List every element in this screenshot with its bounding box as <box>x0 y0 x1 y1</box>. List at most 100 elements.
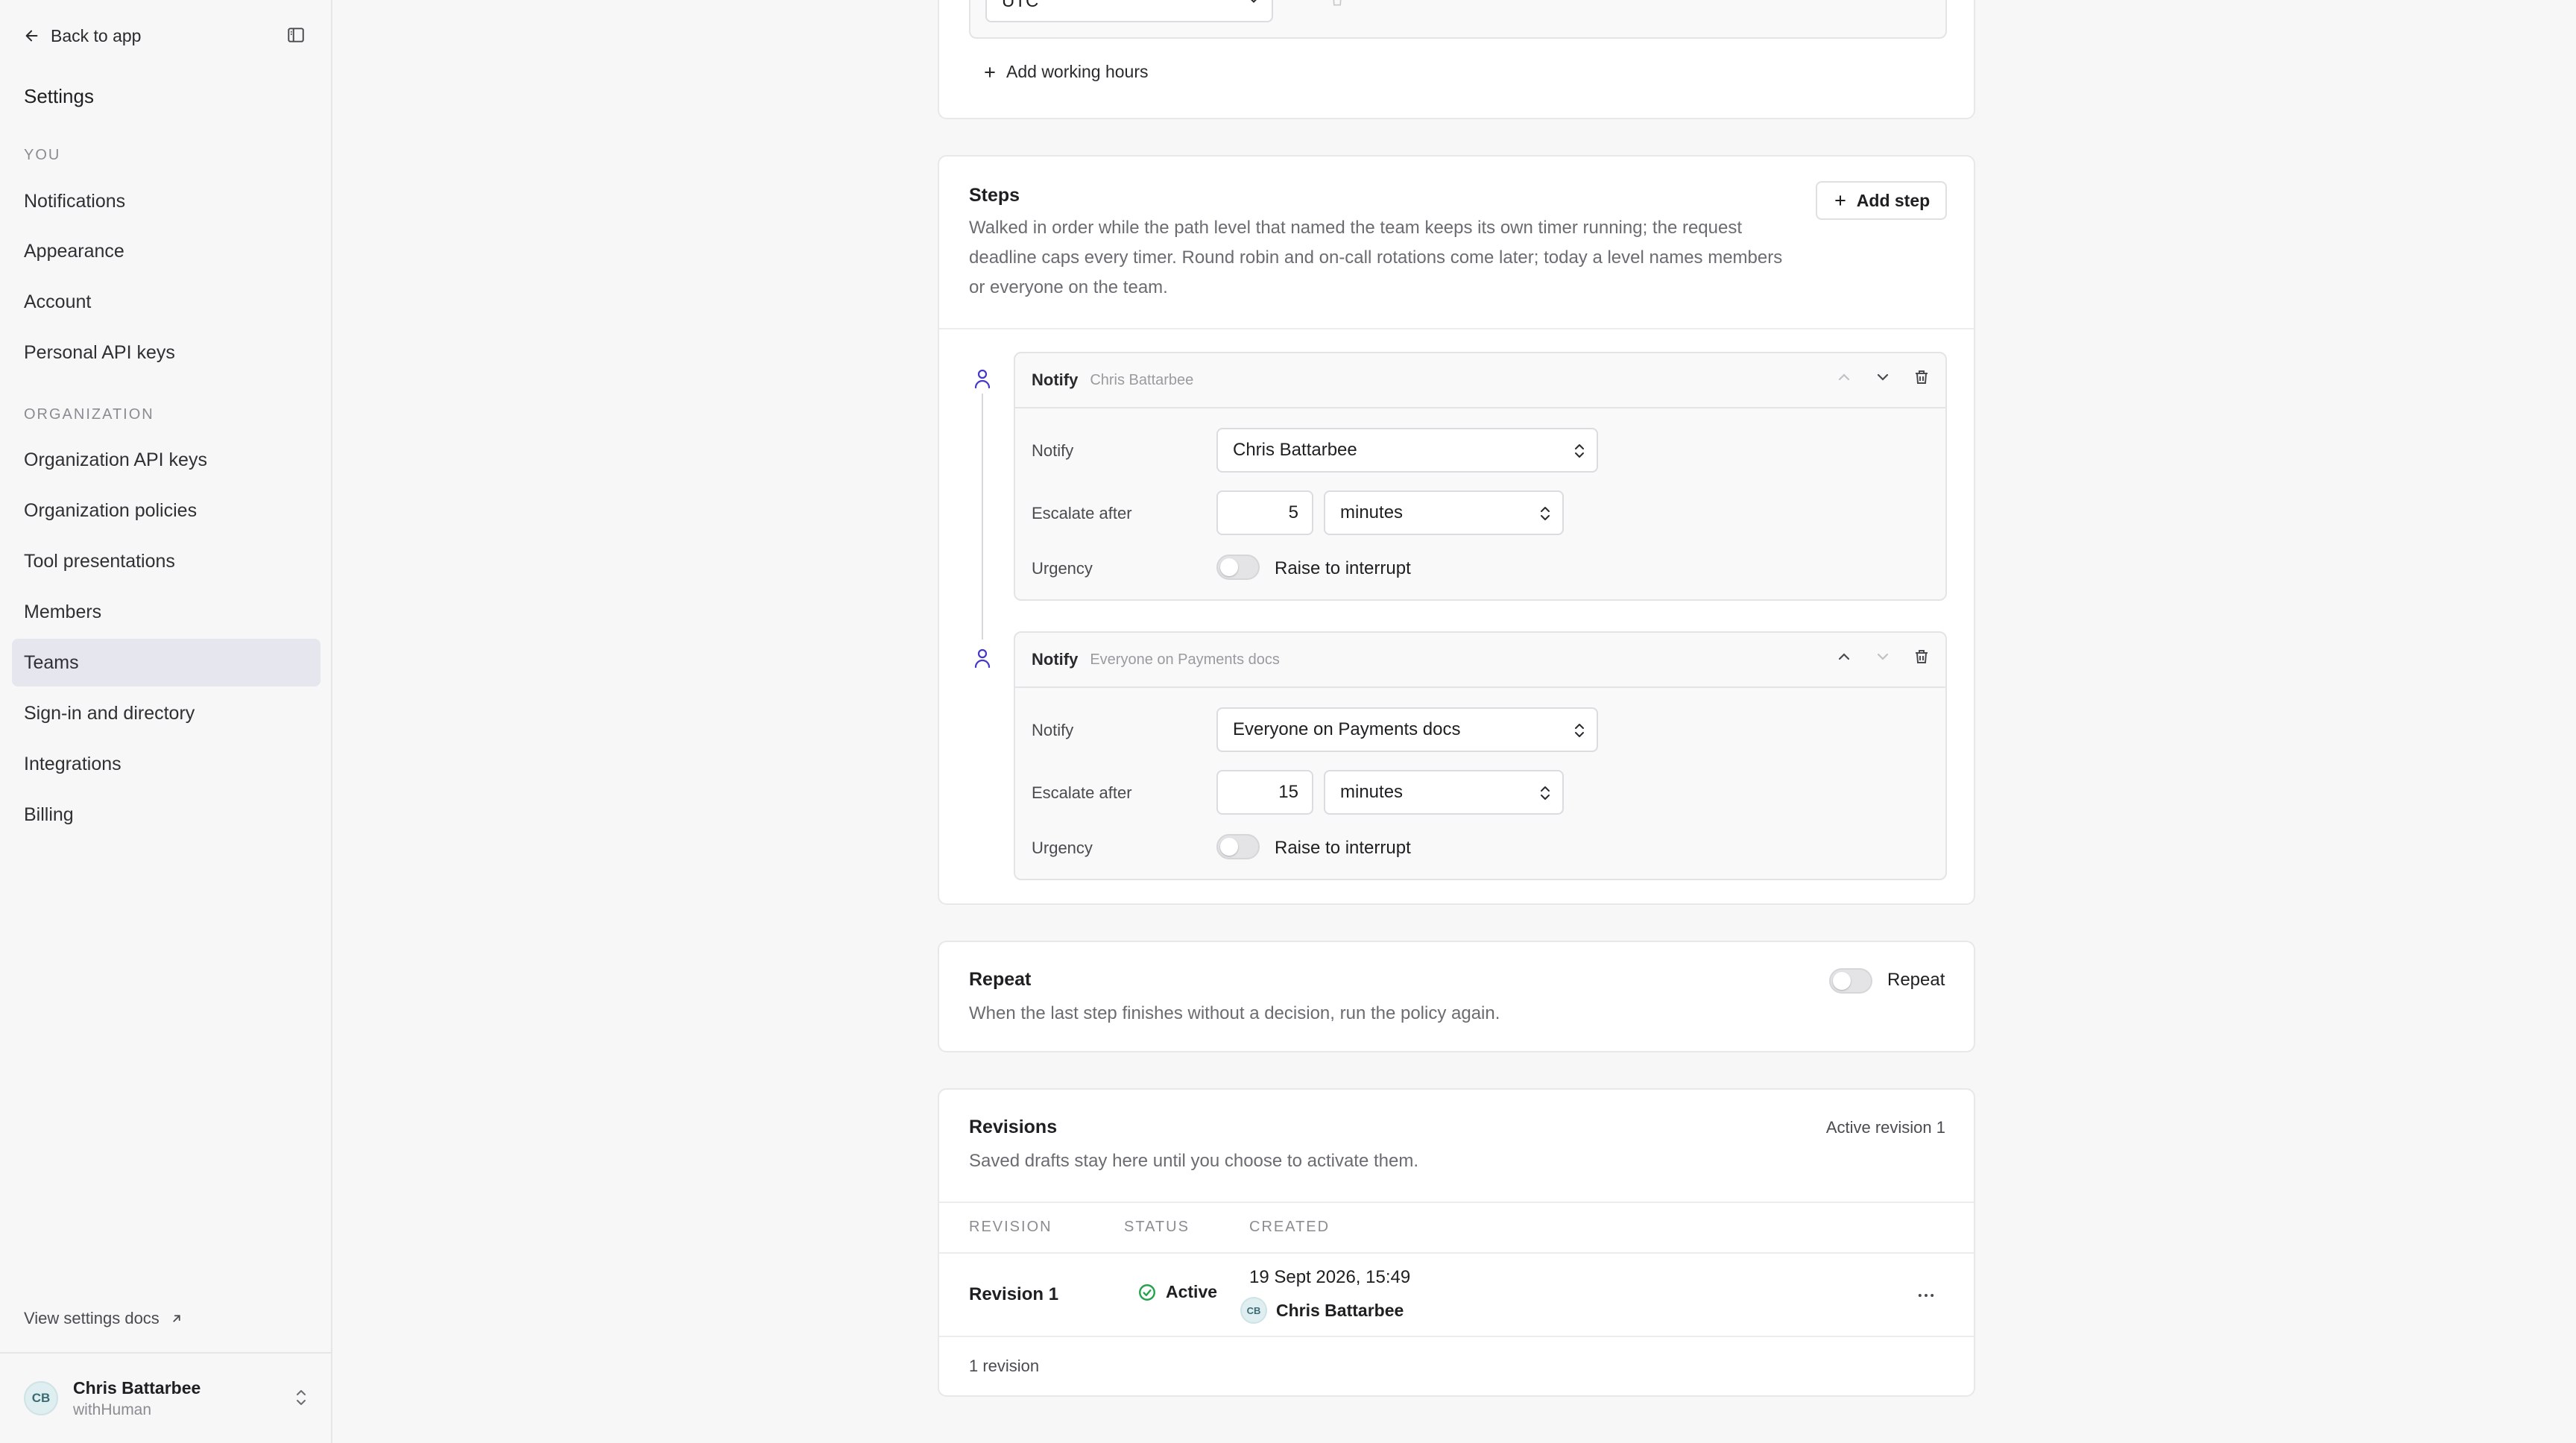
steps-description: Walked in order while the path level tha… <box>969 218 1783 297</box>
step-header-title: Notify <box>1032 370 1079 389</box>
raise-to-interrupt-toggle[interactable] <box>1216 834 1260 859</box>
sidebar-item-appearance[interactable]: Appearance <box>12 227 321 275</box>
sidebar-item-sign-in-and-directory[interactable]: Sign-in and directory <box>12 689 321 737</box>
status-badge: Active <box>1137 1282 1217 1302</box>
revisions-divider <box>939 1202 1974 1203</box>
escalate-unit-value: minutes <box>1340 782 1404 802</box>
sidebar-item-integrations[interactable]: Integrations <box>12 740 321 788</box>
repeat-toggle-label: Repeat <box>1887 970 1945 990</box>
chevron-down-icon <box>1251 0 1257 3</box>
trash-icon[interactable] <box>1913 368 1931 386</box>
user-menu[interactable]: CB Chris Battarbee withHuman <box>12 1365 321 1431</box>
notify-select[interactable]: Everyone on Payments docs <box>1216 707 1598 752</box>
working-hours-row: UTC <box>969 0 1947 39</box>
created-by: CB Chris Battarbee <box>1240 1297 1404 1324</box>
column-header-created: CREATED <box>1249 1219 1330 1235</box>
notify-value: Everyone on Payments docs <box>1233 719 1461 739</box>
avatar: CB <box>24 1381 58 1415</box>
trash-icon[interactable] <box>1330 0 1345 7</box>
created-date: 19 Sept 2026, 15:49 <box>1249 1267 1411 1287</box>
notify-label: Notify <box>1032 721 1074 739</box>
trash-icon[interactable] <box>1913 648 1931 666</box>
escalate-after-input[interactable]: 5 <box>1216 490 1313 535</box>
notify-select[interactable]: Chris Battarbee <box>1216 428 1598 473</box>
step-header[interactable]: Notify Everyone on Payments docs <box>1015 633 1945 688</box>
more-horizontal-icon[interactable] <box>1916 1285 1936 1306</box>
revision-count: 1 revision <box>969 1357 1040 1375</box>
settings-sidebar: Back to app Settings YOU Notifications A… <box>0 0 332 1443</box>
table-row[interactable]: Revision 1 Active 19 Sept 2026, 15:49 CB… <box>939 1254 1974 1336</box>
sidebar-item-billing[interactable]: Billing <box>12 791 321 839</box>
sidebar-item-members[interactable]: Members <box>12 588 321 636</box>
step-header-target: Chris Battarbee <box>1090 371 1194 388</box>
settings-title: Settings <box>24 85 94 107</box>
revisions-description: Saved drafts stay here until you choose … <box>969 1151 1418 1171</box>
view-settings-docs-label: View settings docs <box>24 1309 160 1327</box>
revisions-title: Revisions <box>969 1117 1058 1137</box>
back-to-app-label: Back to app <box>51 25 142 45</box>
raise-to-interrupt-toggle[interactable] <box>1216 555 1260 580</box>
view-settings-docs-link[interactable]: View settings docs <box>24 1309 183 1328</box>
steps-title: Steps <box>969 185 1020 206</box>
revisions-card: Revisions Active revision 1 Saved drafts… <box>938 1088 1975 1397</box>
sidebar-item-organization-api-keys[interactable]: Organization API keys <box>12 436 321 484</box>
urgency-label: Urgency <box>1032 839 1093 857</box>
arrow-left-icon <box>25 30 38 42</box>
steps-divider <box>939 328 1974 329</box>
steps-card: Steps Walked in order while the path lev… <box>938 155 1975 905</box>
revision-name: Revision 1 <box>969 1284 1059 1304</box>
escalate-after-label: Escalate after <box>1032 783 1132 802</box>
table-footer-divider <box>939 1336 1974 1337</box>
step-header-title: Notify <box>1032 650 1079 669</box>
sidebar-item-tool-presentations[interactable]: Tool presentations <box>12 537 321 585</box>
chevron-up-icon[interactable] <box>1835 368 1853 386</box>
chevron-up-icon[interactable] <box>1835 648 1853 666</box>
external-link-icon <box>173 1315 180 1322</box>
escalate-unit-select[interactable]: minutes <box>1324 490 1564 535</box>
add-working-hours-label: Add working hours <box>1006 62 1149 81</box>
raise-to-interrupt-label: Raise to interrupt <box>1275 558 1411 578</box>
person-icon <box>974 369 991 389</box>
repeat-toggle[interactable] <box>1829 968 1872 994</box>
chevron-up-down-icon <box>1541 786 1550 800</box>
avatar: CB <box>1240 1297 1267 1324</box>
plus-icon <box>1834 195 1846 206</box>
section-you-heading: YOU <box>24 147 61 163</box>
escalate-unit-select[interactable]: minutes <box>1324 770 1564 815</box>
user-name: Chris Battarbee <box>73 1377 201 1398</box>
repeat-title: Repeat <box>969 969 1032 990</box>
urgency-label: Urgency <box>1032 559 1093 578</box>
back-to-app-link[interactable]: Back to app <box>24 22 141 49</box>
escalate-after-input[interactable]: 15 <box>1216 770 1313 815</box>
sidebar-item-teams[interactable]: Teams <box>12 639 321 686</box>
step-card: Notify Everyone on Payments docs Notify … <box>1014 631 1947 880</box>
sidebar-panel-icon <box>288 28 304 42</box>
status-text: Active <box>1166 1282 1218 1301</box>
section-organization-heading: ORGANIZATION <box>24 406 154 423</box>
sidebar-item-account[interactable]: Account <box>12 278 321 326</box>
chevron-up-down-icon <box>1575 724 1584 737</box>
add-working-hours-button[interactable]: Add working hours <box>982 62 1149 82</box>
sidebar-toggle-button[interactable] <box>284 23 308 47</box>
repeat-card: Repeat When the last step finishes witho… <box>938 941 1975 1052</box>
check-circle-icon <box>1139 1283 1155 1301</box>
column-header-status: STATUS <box>1124 1219 1190 1235</box>
timezone-select[interactable]: UTC <box>985 0 1273 22</box>
column-header-revision: REVISION <box>969 1219 1052 1235</box>
step-header-target: Everyone on Payments docs <box>1090 651 1280 668</box>
notify-label: Notify <box>1032 441 1074 460</box>
sidebar-item-personal-api-keys[interactable]: Personal API keys <box>12 329 321 376</box>
plus-icon <box>985 66 995 78</box>
chevron-down-icon[interactable] <box>1874 368 1892 386</box>
chevron-down-icon[interactable] <box>1874 648 1892 666</box>
sidebar-divider <box>0 1352 332 1354</box>
sidebar-item-notifications[interactable]: Notifications <box>12 177 321 225</box>
active-revision-label: Active revision 1 <box>1825 1118 1945 1137</box>
add-step-button[interactable]: Add step <box>1816 181 1947 220</box>
author-name: Chris Battarbee <box>1276 1300 1404 1320</box>
user-organization: withHuman <box>73 1401 152 1418</box>
sidebar-item-organization-policies[interactable]: Organization policies <box>12 487 321 534</box>
step-card: Notify Chris Battarbee Notify Chris Batt… <box>1014 352 1947 601</box>
step-header[interactable]: Notify Chris Battarbee <box>1015 353 1945 408</box>
working-hours-card: UTC Add working hours <box>938 0 1975 119</box>
